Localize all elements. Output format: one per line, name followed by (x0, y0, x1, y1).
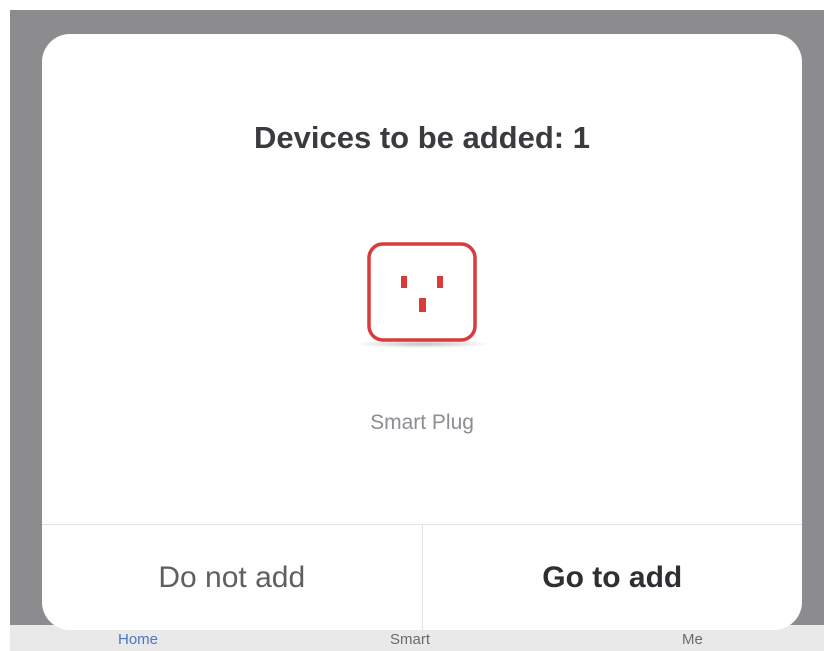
device-card[interactable]: Smart Plug (352, 212, 492, 442)
app-screen: Home Smart Me Devices to be added: 1 Sma… (10, 10, 824, 651)
add-device-dialog: Devices to be added: 1 Smart Plug Do not… (42, 34, 802, 630)
do-not-add-button[interactable]: Do not add (42, 525, 423, 630)
device-name: Smart Plug (370, 411, 474, 434)
tab-smart[interactable]: Smart (390, 631, 430, 648)
dialog-title: Devices to be added: 1 (254, 120, 590, 155)
go-to-add-button[interactable]: Go to add (423, 525, 803, 630)
tab-me[interactable]: Me (682, 631, 703, 648)
smart-plug-icon (367, 242, 477, 342)
tab-home[interactable]: Home (118, 631, 158, 648)
dialog-button-row: Do not add Go to add (42, 524, 802, 630)
